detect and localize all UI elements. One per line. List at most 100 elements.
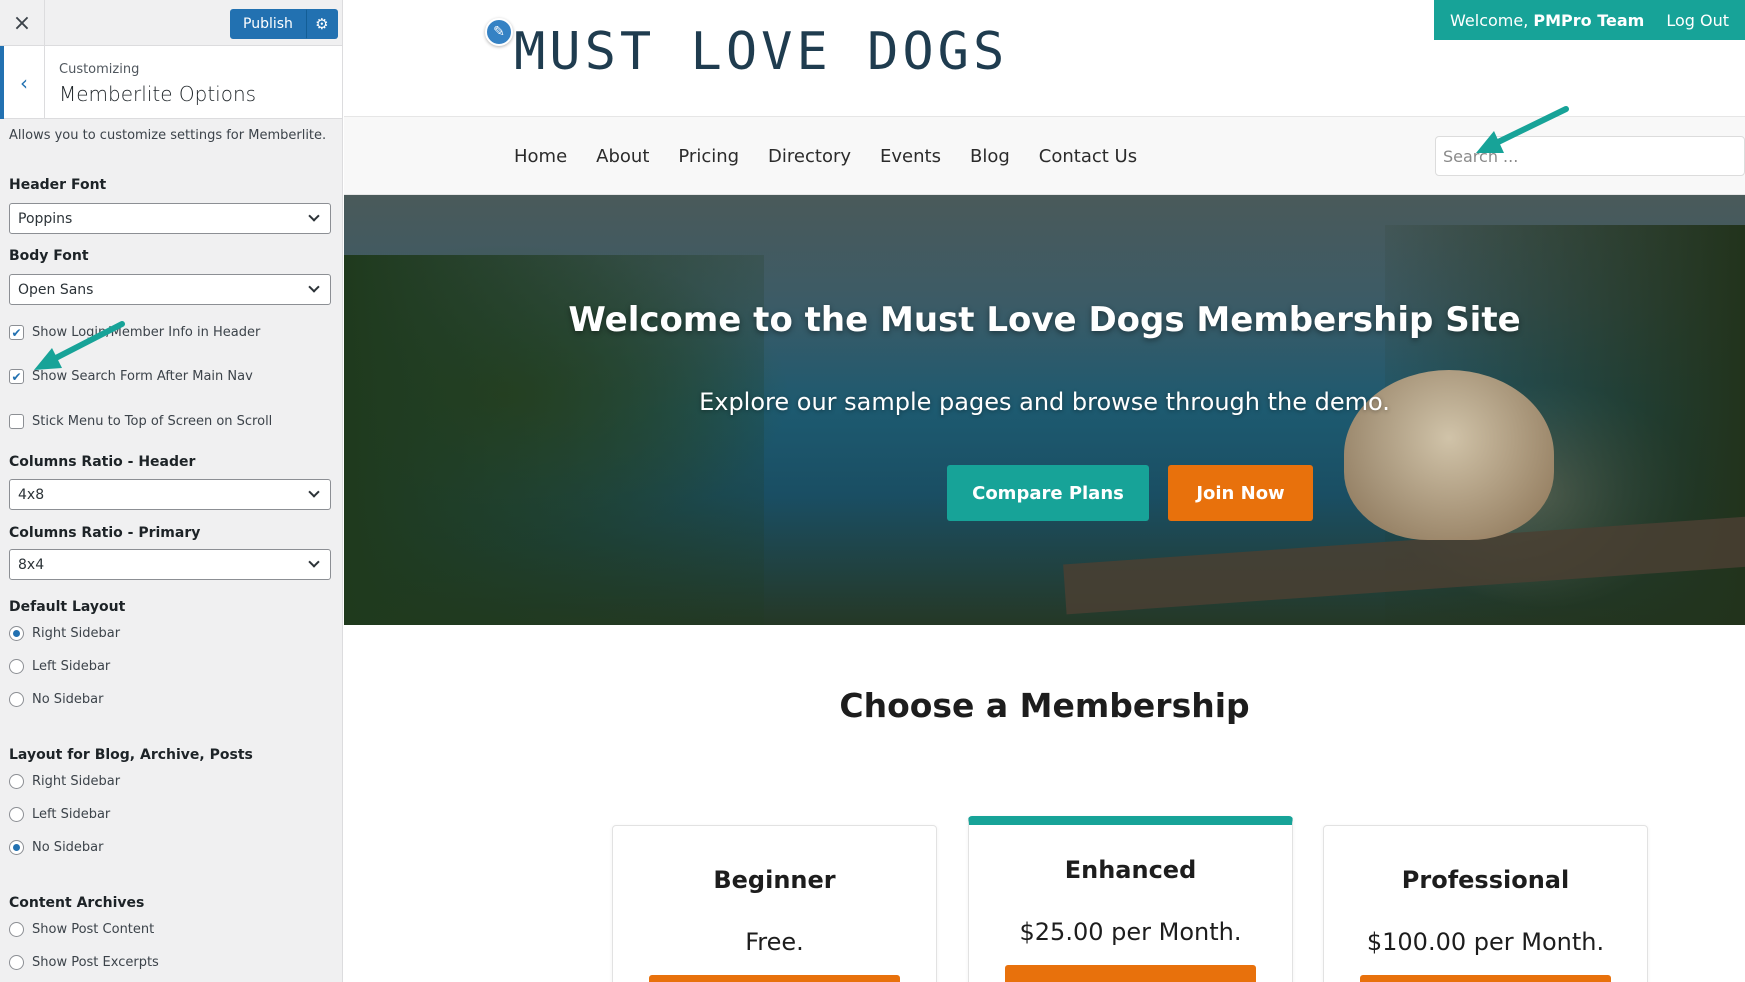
radio-blog-left-sidebar[interactable]: Left Sidebar: [9, 807, 110, 822]
radio-unselected[interactable]: [9, 692, 24, 707]
radio-blog-no-sidebar[interactable]: No Sidebar: [9, 840, 104, 855]
radio-default-left-sidebar[interactable]: Left Sidebar: [9, 659, 110, 674]
radio-default-no-sidebar[interactable]: No Sidebar: [9, 692, 104, 707]
body-font-value: Open Sans: [18, 281, 94, 298]
chevron-down-icon: [308, 486, 320, 498]
columns-header-label: Columns Ratio - Header: [9, 454, 196, 470]
checkbox-show-search-form[interactable]: ✔ Show Search Form After Main Nav: [9, 369, 253, 384]
plan-price: $25.00 per Month.: [1019, 918, 1242, 946]
nav-item-about[interactable]: About: [596, 146, 649, 167]
hero-banner: Welcome to the Must Love Dogs Membership…: [344, 195, 1745, 625]
columns-header-select[interactable]: 4x8: [9, 479, 331, 510]
checkbox-checked[interactable]: ✔: [9, 369, 24, 384]
plan-name: Professional: [1401, 866, 1570, 894]
site-logo[interactable]: MUST LOVE DOGS: [514, 22, 1008, 82]
hero-title: Welcome to the Must Love Dogs Membership…: [568, 300, 1521, 340]
nav-item-home[interactable]: Home: [514, 146, 567, 167]
join-now-button[interactable]: Join Now: [1168, 465, 1313, 521]
checkbox-stick-menu[interactable]: Stick Menu to Top of Screen on Scroll: [9, 414, 272, 429]
radio-label: Right Sidebar: [32, 626, 121, 641]
publish-controls: Publish ⚙: [230, 9, 338, 39]
search-placeholder: Search ...: [1443, 146, 1519, 166]
content-archives-label: Content Archives: [9, 895, 145, 911]
publish-button[interactable]: Publish: [230, 9, 306, 39]
radio-label: Show Post Excerpts: [32, 955, 159, 970]
radio-show-post-content[interactable]: Show Post Content: [9, 922, 154, 937]
checkbox-show-member-info[interactable]: ✔ Show Login/Member Info in Header: [9, 325, 260, 340]
section-header: ‹ Customizing Memberlite Options: [0, 46, 342, 119]
blog-layout-label: Layout for Blog, Archive, Posts: [9, 747, 253, 763]
radio-default-right-sidebar[interactable]: Right Sidebar: [9, 626, 120, 641]
hero-subtitle: Explore our sample pages and browse thro…: [699, 388, 1390, 416]
radio-label: Show Post Content: [32, 922, 155, 937]
nav-item-blog[interactable]: Blog: [970, 146, 1010, 167]
radio-selected[interactable]: [9, 840, 24, 855]
radio-unselected[interactable]: [9, 774, 24, 789]
checkbox-label: Stick Menu to Top of Screen on Scroll: [32, 414, 273, 429]
radio-label: No Sidebar: [32, 692, 104, 707]
radio-label: Left Sidebar: [32, 807, 111, 822]
gear-icon: ⚙: [315, 15, 329, 33]
radio-unselected[interactable]: [9, 955, 24, 970]
member-name-link[interactable]: PMPro Team: [1533, 11, 1644, 30]
default-layout-label: Default Layout: [9, 599, 126, 615]
chevron-down-icon: [308, 210, 320, 222]
columns-header-value: 4x8: [18, 486, 45, 503]
checkbox-label: Show Search Form After Main Nav: [32, 369, 253, 384]
edit-shortcut-button[interactable]: ✎: [485, 18, 513, 46]
radio-label: Left Sidebar: [32, 659, 111, 674]
section-subtitle: Customizing: [59, 62, 140, 77]
columns-primary-value: 8x4: [18, 556, 45, 573]
radio-unselected[interactable]: [9, 659, 24, 674]
customizer-header-bar: × Publish ⚙: [0, 0, 342, 46]
compare-plans-button[interactable]: Compare Plans: [947, 465, 1149, 521]
nav-item-directory[interactable]: Directory: [768, 146, 851, 167]
nav-item-pricing[interactable]: Pricing: [678, 146, 739, 167]
pencil-icon: ✎: [493, 24, 505, 40]
plan-select-button[interactable]: [649, 975, 900, 982]
close-icon: ×: [12, 10, 32, 36]
chevron-down-icon: [308, 556, 320, 568]
body-font-label: Body Font: [9, 248, 89, 264]
radio-blog-right-sidebar[interactable]: Right Sidebar: [9, 774, 120, 789]
chevron-left-icon: ‹: [20, 70, 28, 95]
header-font-value: Poppins: [18, 210, 73, 227]
plan-name: Enhanced: [1064, 856, 1197, 884]
back-button[interactable]: ‹: [0, 46, 45, 119]
plan-card-professional: Professional $100.00 per Month.: [1323, 825, 1648, 982]
site-header: ✎ MUST LOVE DOGS Welcome, PMPro Team Log…: [344, 0, 1745, 117]
welcome-prefix: Welcome,: [1450, 10, 1534, 30]
nav-item-events[interactable]: Events: [880, 146, 941, 167]
plan-select-button[interactable]: [1005, 965, 1256, 982]
section-description: Allows you to customize settings for Mem…: [9, 128, 327, 143]
header-font-label: Header Font: [9, 177, 107, 193]
checkbox-label: Show Login/Member Info in Header: [32, 325, 261, 340]
body-font-select[interactable]: Open Sans: [9, 274, 331, 305]
radio-unselected[interactable]: [9, 922, 24, 937]
membership-section-title: Choose a Membership: [839, 686, 1250, 725]
checkbox-unchecked[interactable]: [9, 414, 24, 429]
header-font-select[interactable]: Poppins: [9, 203, 331, 234]
close-customizer-button[interactable]: ×: [0, 0, 45, 46]
checkbox-checked[interactable]: ✔: [9, 325, 24, 340]
columns-primary-select[interactable]: 8x4: [9, 549, 331, 580]
plan-card-beginner: Beginner Free.: [612, 825, 937, 982]
publish-settings-button[interactable]: ⚙: [305, 9, 338, 39]
main-nav-bar: Home About Pricing Directory Events Blog…: [344, 106, 1745, 195]
customizer-sidebar: × Publish ⚙ ‹ Customizing Memberlite Opt…: [0, 0, 343, 982]
main-nav: Home About Pricing Directory Events Blog…: [514, 117, 1137, 195]
plan-name: Beginner: [713, 866, 836, 894]
radio-selected[interactable]: [9, 626, 24, 641]
columns-primary-label: Columns Ratio - Primary: [9, 525, 201, 541]
radio-label: No Sidebar: [32, 840, 104, 855]
radio-unselected[interactable]: [9, 807, 24, 822]
plan-select-button[interactable]: [1360, 975, 1611, 982]
plan-card-enhanced: Enhanced $25.00 per Month.: [968, 816, 1293, 982]
radio-label: Right Sidebar: [32, 774, 121, 789]
site-preview: ✎ MUST LOVE DOGS Welcome, PMPro Team Log…: [344, 0, 1745, 982]
logout-link[interactable]: Log Out: [1666, 11, 1729, 30]
nav-item-contact[interactable]: Contact Us: [1039, 146, 1137, 167]
radio-show-post-excerpts[interactable]: Show Post Excerpts: [9, 955, 159, 970]
search-input[interactable]: Search ...: [1435, 136, 1745, 176]
member-info-bar: Welcome, PMPro Team Log Out: [1434, 0, 1745, 40]
